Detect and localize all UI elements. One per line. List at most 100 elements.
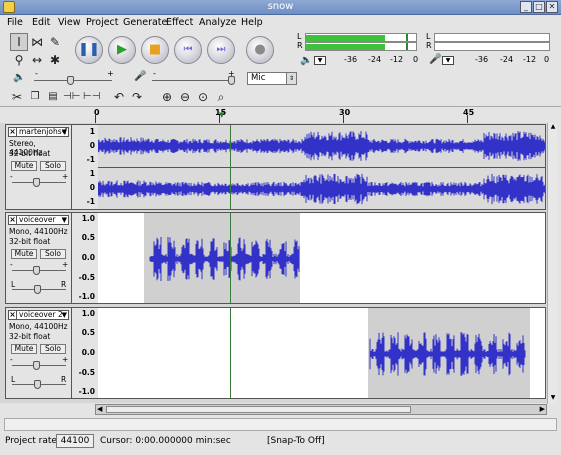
vertical-scrollbar[interactable]: ▲ ▼: [547, 123, 557, 404]
input-meter-label-r: R: [426, 41, 432, 50]
menu-edit[interactable]: Edit: [32, 17, 50, 28]
output-meter-label-r: R: [297, 41, 303, 50]
mute-button[interactable]: Mute: [11, 249, 37, 259]
menu-generate[interactable]: Generate: [123, 17, 167, 28]
track-name-menu[interactable]: × voiceover 2 ▼: [8, 310, 69, 320]
track-close-icon[interactable]: ×: [9, 216, 17, 224]
timeline-ruler[interactable]: 0 15 30 45 ▼: [0, 106, 561, 123]
menu-project[interactable]: Project: [86, 17, 119, 28]
tools-toolbar: I ⋈ ✎ ⚲ ↔ ✱: [0, 31, 70, 71]
scroll-left-icon[interactable]: ◀: [97, 405, 102, 413]
snap-status-text: [Snap-To Off]: [267, 436, 325, 446]
scale-label: 0.0: [81, 348, 95, 357]
track-voiceover[interactable]: × voiceover ▼ Mono, 44100Hz 32-bit float…: [5, 212, 546, 304]
stop-button[interactable]: ■: [141, 36, 169, 64]
skip-end-button[interactable]: ⏭: [207, 36, 235, 64]
track-name: voiceover: [19, 215, 56, 224]
input-volume-thumb[interactable]: [228, 76, 235, 85]
menu-view[interactable]: View: [58, 17, 81, 28]
envelope-tool-icon[interactable]: ⋈: [28, 33, 46, 51]
zoom-in-icon[interactable]: ⊕: [158, 88, 176, 106]
waveform-voiceover[interactable]: [98, 213, 545, 303]
zoom-tool-icon[interactable]: ⚲: [10, 51, 28, 69]
paste-icon[interactable]: ▤: [44, 88, 62, 106]
gain-thumb[interactable]: [33, 361, 40, 370]
draw-tool-icon[interactable]: ✎: [46, 33, 64, 51]
track-close-icon[interactable]: ×: [9, 311, 17, 319]
minimize-button[interactable]: _: [520, 1, 532, 13]
output-meter-left: [305, 33, 417, 42]
gain-thumb[interactable]: [33, 266, 40, 275]
copy-icon[interactable]: ❐: [26, 88, 44, 106]
track-name-menu[interactable]: × martenjohs-f ▼: [8, 127, 69, 137]
close-button[interactable]: ✕: [546, 1, 558, 13]
multi-tool-icon[interactable]: ✱: [46, 51, 64, 69]
input-source-select[interactable]: Mic ⇕: [247, 72, 297, 85]
track-voiceover-2[interactable]: × voiceover 2 ▼ Mono, 44100Hz 32-bit flo…: [5, 307, 546, 399]
solo-button[interactable]: Solo: [40, 161, 66, 171]
scroll-right-icon[interactable]: ▶: [540, 405, 545, 413]
track-control-panel: × voiceover ▼ Mono, 44100Hz 32-bit float…: [6, 213, 72, 303]
pan-thumb[interactable]: [34, 285, 41, 294]
waveform-path: [369, 332, 526, 376]
transport-toolbar: ❚❚ ▶ ■ ⏮ ⏭ ●: [72, 35, 282, 67]
solo-button[interactable]: Solo: [40, 344, 66, 354]
title-bar: snow _ □ ✕: [0, 0, 561, 15]
horizontal-scroll-thumb[interactable]: [106, 406, 411, 413]
gain-max-label: +: [62, 172, 69, 181]
scroll-up-icon[interactable]: ▲: [549, 123, 557, 133]
output-meter-left-fill: [306, 35, 386, 41]
trim-icon[interactable]: ⊣⊢: [62, 88, 80, 106]
track-name-menu[interactable]: × voiceover ▼: [8, 215, 69, 225]
cut-icon[interactable]: ✂: [8, 88, 26, 106]
menu-analyze[interactable]: Analyze: [199, 17, 236, 28]
menu-effect[interactable]: Effect: [166, 17, 193, 28]
speaker-icon[interactable]: 🔈: [300, 55, 312, 66]
output-volume-max: +: [107, 69, 114, 78]
output-meter-label-l: L: [297, 32, 302, 41]
output-scale-36: -36: [344, 55, 358, 64]
mute-button[interactable]: Mute: [11, 161, 37, 171]
waveform-stereo[interactable]: [98, 125, 545, 209]
zoom-out-icon[interactable]: ⊖: [176, 88, 194, 106]
fit-selection-icon[interactable]: ⊙: [194, 88, 212, 106]
input-meter-menu-button[interactable]: ▼: [442, 56, 454, 65]
scale-label: 1: [89, 127, 95, 136]
project-rate-field[interactable]: 44100: [56, 434, 94, 448]
track-control-panel: × voiceover 2 ▼ Mono, 44100Hz 32-bit flo…: [6, 308, 72, 398]
mute-button[interactable]: Mute: [11, 344, 37, 354]
microphone-icon[interactable]: 🎤: [429, 54, 441, 65]
input-volume-slider[interactable]: [152, 80, 232, 81]
pan-thumb[interactable]: [34, 380, 41, 389]
maximize-button[interactable]: □: [533, 1, 545, 13]
output-volume-thumb[interactable]: [67, 76, 74, 85]
redo-icon[interactable]: ↷: [128, 88, 146, 106]
menu-file[interactable]: File: [7, 17, 23, 28]
fit-project-icon[interactable]: ⌕: [212, 88, 230, 106]
play-button[interactable]: ▶: [108, 36, 136, 64]
solo-button[interactable]: Solo: [40, 249, 66, 259]
scroll-down-icon[interactable]: ▼: [549, 394, 557, 404]
gain-min-label: -: [10, 260, 13, 269]
undo-icon[interactable]: ↶: [110, 88, 128, 106]
horizontal-scrollbar[interactable]: ◀ ▶: [95, 404, 547, 415]
silence-icon[interactable]: ⊢⊣: [82, 88, 100, 106]
menu-help[interactable]: Help: [241, 17, 263, 28]
track-stereo[interactable]: × martenjohs-f ▼ Stereo, 44100Hz 32-bit …: [5, 124, 546, 210]
timeshift-tool-icon[interactable]: ↔: [28, 51, 46, 69]
track-close-icon[interactable]: ×: [9, 128, 17, 136]
waveform-path: [98, 173, 545, 205]
gain-thumb[interactable]: [33, 178, 40, 187]
waveform-voiceover-2[interactable]: [98, 308, 545, 398]
record-button[interactable]: ●: [246, 36, 274, 64]
track-bitdepth: 32-bit float: [9, 149, 51, 158]
ruler-label-45: 45: [463, 108, 475, 117]
waveform-path: [98, 131, 545, 161]
selection-tool-icon[interactable]: I: [10, 33, 28, 51]
output-meter-menu-button[interactable]: ▼: [314, 56, 326, 65]
track-format: Mono, 44100Hz: [9, 227, 68, 236]
track-control-panel: × martenjohs-f ▼ Stereo, 44100Hz 32-bit …: [6, 125, 72, 209]
pause-button[interactable]: ❚❚: [75, 36, 103, 64]
output-meter-right-fill: [306, 44, 386, 50]
skip-start-button[interactable]: ⏮: [174, 36, 202, 64]
